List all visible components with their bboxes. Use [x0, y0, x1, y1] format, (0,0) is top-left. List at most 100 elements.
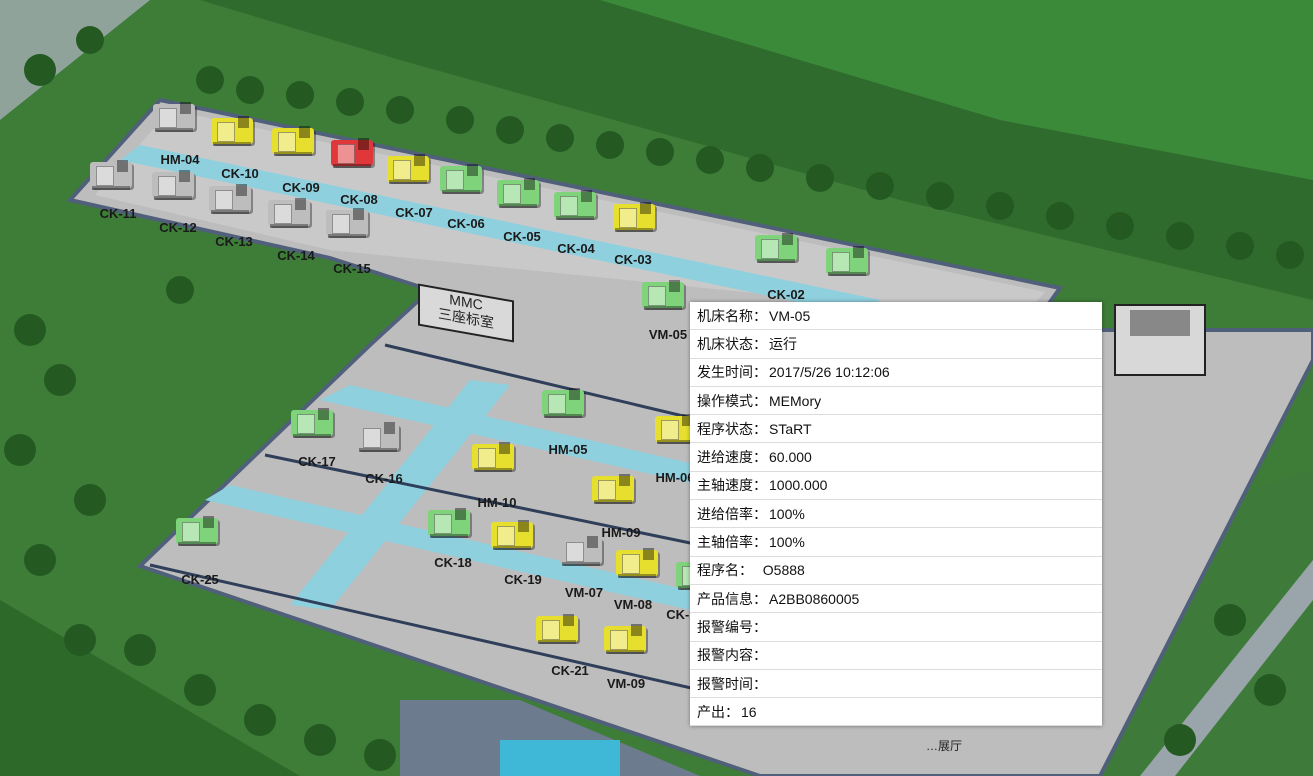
- machine-icon[interactable]: [592, 472, 636, 506]
- machine-icon[interactable]: [604, 622, 648, 656]
- machine-label: CK-13: [215, 234, 253, 249]
- machine-icon[interactable]: [152, 168, 196, 202]
- machine-label: CK-17: [298, 454, 336, 469]
- machine-icon[interactable]: [826, 244, 870, 278]
- info-value: 60.000: [769, 449, 812, 466]
- info-row: 机床状态： 运行: [690, 330, 1102, 359]
- machine-icon[interactable]: [268, 196, 312, 230]
- machine-label: CK-25: [181, 572, 219, 587]
- info-row: 机床名称： VM-05: [690, 302, 1102, 331]
- machine-label: CK-16: [365, 471, 403, 486]
- machine-info-panel: 机床名称： VM-05 机床状态： 运行 发生时间： 2017/5/26 10:12:06…: [690, 302, 1102, 727]
- info-key: 主轴速度：: [697, 477, 767, 494]
- machine-icon[interactable]: [272, 124, 316, 158]
- machine-label: CK-18: [434, 555, 472, 570]
- info-row: 报警编号：: [690, 613, 1102, 642]
- info-value: VM-05: [769, 307, 811, 324]
- info-key: 程序名：: [697, 562, 753, 579]
- machine-label: VM-07: [564, 585, 604, 600]
- info-row: 报警时间：: [690, 670, 1102, 699]
- machine-icon[interactable]: [755, 231, 799, 265]
- info-key: 进给速度：: [697, 449, 767, 466]
- info-row: 进给倍率： 100%: [690, 500, 1102, 529]
- info-value: O5888: [755, 562, 805, 579]
- info-row: 产出： 16: [690, 698, 1102, 727]
- machine-label: CK-14: [277, 248, 315, 263]
- machine-label: CK-12: [159, 220, 197, 235]
- machine-icon[interactable]: [153, 100, 197, 134]
- machine-icon[interactable]: [554, 188, 598, 222]
- machine-label: CK-15: [333, 261, 371, 276]
- info-key: 机床状态：: [697, 335, 767, 352]
- machine-label: CK-09: [282, 180, 320, 195]
- info-key: 报警时间：: [697, 675, 767, 692]
- machine-label: HM-04: [160, 152, 200, 167]
- machine-icon[interactable]: [387, 152, 431, 186]
- machine-icon[interactable]: [176, 514, 220, 548]
- machine-icon[interactable]: [428, 506, 472, 540]
- info-key: 操作模式：: [697, 392, 767, 409]
- info-value: 100%: [769, 505, 805, 522]
- machine-label: HM-09: [601, 525, 641, 540]
- info-key: 发生时间：: [697, 364, 767, 381]
- machine-label: CK-05: [503, 229, 541, 244]
- info-key: 报警内容：: [697, 647, 767, 664]
- machine-label: CK-11: [99, 206, 137, 221]
- machine-label: VM-09: [606, 676, 646, 691]
- info-row: 主轴倍率： 100%: [690, 528, 1102, 557]
- machine-icon[interactable]: [491, 518, 535, 552]
- info-value: 100%: [769, 534, 805, 551]
- info-value: 16: [741, 703, 757, 720]
- info-key: 机床名称：: [697, 307, 767, 324]
- info-key: 产品信息：: [697, 590, 767, 607]
- machine-icon[interactable]: [472, 440, 516, 474]
- machine-label: CK-08: [340, 192, 378, 207]
- machine-icon[interactable]: [542, 386, 586, 420]
- machine-label: HM-05: [548, 442, 588, 457]
- machine-icon[interactable]: [642, 278, 686, 312]
- info-key: 报警编号：: [697, 618, 767, 635]
- info-row: 报警内容：: [690, 642, 1102, 670]
- machine-icon[interactable]: [616, 546, 660, 580]
- info-row: 程序名： O5888: [690, 557, 1102, 585]
- info-key: 主轴倍率：: [697, 534, 767, 551]
- machine-label: VM-05: [648, 327, 688, 342]
- machine-label: CK-10: [221, 166, 259, 181]
- info-value: A2BB0860005: [769, 590, 860, 607]
- machine-icon[interactable]: [560, 534, 604, 568]
- machine-icon[interactable]: [497, 176, 541, 210]
- info-row: 操作模式： MEMory: [690, 387, 1102, 416]
- info-key: 程序状态：: [697, 420, 767, 437]
- info-key: 产出：: [697, 703, 739, 720]
- machine-label: CK-07: [395, 205, 433, 220]
- machine-icon[interactable]: [536, 612, 580, 646]
- machine-icon[interactable]: [90, 158, 134, 192]
- info-key: 进给倍率：: [697, 505, 767, 522]
- machine-icon[interactable]: [326, 206, 370, 240]
- machine-icon[interactable]: [291, 406, 335, 440]
- machine-label: VM-08: [613, 597, 653, 612]
- machine-icon[interactable]: [331, 136, 375, 170]
- info-value: MEMory: [769, 392, 822, 409]
- info-value: STaRT: [769, 420, 812, 437]
- info-row: 主轴速度： 1000.000: [690, 472, 1102, 501]
- machine-icon[interactable]: [209, 182, 253, 216]
- machine-icon[interactable]: [357, 420, 401, 454]
- machine-label: HM-06: [655, 470, 695, 485]
- machine-label: CK-21: [551, 663, 589, 678]
- info-value: 1000.000: [769, 477, 828, 494]
- info-row: 进给速度： 60.000: [690, 443, 1102, 472]
- machine-label: CK-03: [614, 252, 652, 267]
- info-row: 发生时间： 2017/5/26 10:12:06: [690, 359, 1102, 387]
- machine-icon[interactable]: [613, 200, 657, 234]
- machine-icon[interactable]: [440, 162, 484, 196]
- machine-label: CK-19: [504, 572, 542, 587]
- info-value: 运行: [769, 335, 797, 352]
- machine-label: CK-06: [447, 216, 485, 231]
- info-row: 产品信息： A2BB0860005: [690, 585, 1102, 614]
- machine-label: CK-04: [557, 241, 595, 256]
- machine-icon[interactable]: [211, 114, 255, 148]
- info-row: 程序状态： STaRT: [690, 415, 1102, 444]
- exhibition-hall-label: …展厅: [926, 739, 963, 753]
- machine-label: CK-02: [767, 287, 805, 302]
